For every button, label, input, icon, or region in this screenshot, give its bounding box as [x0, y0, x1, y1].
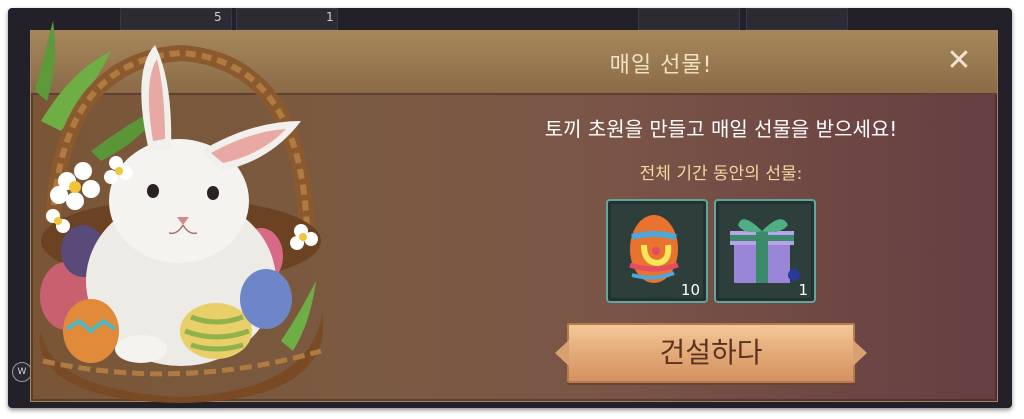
- close-icon[interactable]: ✕: [943, 45, 975, 77]
- dialog-subtitle: 토끼 초원을 만들고 매일 선물을 받으세요!: [544, 117, 898, 141]
- background-slot: [236, 8, 338, 30]
- daily-gift-dialog: 매일 선물! ✕ 토끼 초원을 만들고 매일 선물을 받으세요! 전체 기간 동…: [30, 21, 998, 403]
- reward-count: 10: [680, 281, 700, 299]
- reward-slot-gift[interactable]: 1: [714, 199, 816, 303]
- reward-slot-egg[interactable]: 10: [606, 199, 708, 303]
- bunny-basket-illustration: [35, 21, 323, 403]
- rewards-label: 전체 기간 동안의 선물:: [639, 164, 803, 184]
- background-slot-count: 5: [214, 10, 222, 24]
- build-button[interactable]: 건설하다: [555, 323, 867, 383]
- dialog-title: 매일 선물!: [609, 53, 713, 78]
- background-slot: [638, 8, 740, 30]
- game-screen: 5 1 W R 매일 선물! ✕: [8, 8, 1012, 408]
- corner-button-left[interactable]: W: [12, 362, 32, 382]
- background-slot-count: 1: [326, 10, 334, 24]
- background-slot: [746, 8, 848, 30]
- reward-count: 1: [798, 281, 808, 299]
